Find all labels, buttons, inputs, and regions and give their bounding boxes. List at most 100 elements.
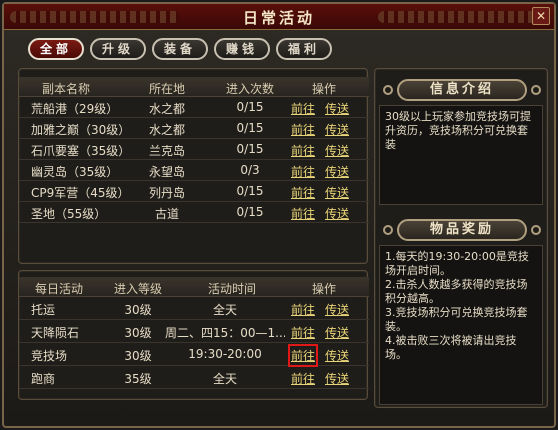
dungeon-location: 水之都 — [148, 123, 185, 137]
daily-activity-row: 竞技场 30级 19:30-20:00 前往 传送 — [19, 343, 369, 367]
reward-line: 1.每天的19:30-20:00是竞技场开启时间。 — [385, 250, 529, 277]
go-link[interactable]: 前往 — [291, 100, 315, 117]
tab-all[interactable]: 全部 — [28, 38, 84, 60]
dungeon-entry-count: 0/15 — [236, 121, 264, 135]
dungeon-entry-count: 0/3 — [240, 163, 260, 177]
go-link[interactable]: 前往 — [291, 205, 315, 222]
teleport-link[interactable]: 传送 — [325, 163, 349, 180]
ornament-left-icon — [383, 85, 393, 95]
activity-level: 35级 — [124, 372, 152, 386]
info-intro-header: 信息介绍 — [383, 79, 541, 101]
reward-line: 3.竞技场积分可兑换竞技场套装。 — [385, 306, 528, 333]
dungeon-entry-count: 0/15 — [236, 205, 264, 219]
reward-header: 物品奖励 — [383, 219, 541, 241]
header-location: 所在地 — [148, 82, 185, 96]
dungeon-name: 荒船港（29级） — [31, 102, 119, 116]
teleport-link[interactable]: 传送 — [325, 324, 349, 341]
tab-upgrade[interactable]: 升级 — [90, 38, 146, 60]
dungeon-panel: 副本名称 所在地 进入次数 操作 荒船港（29级） 水之都 0/15 前往 传送 加雅之巅… — [18, 68, 369, 264]
teleport-link[interactable]: 传送 — [325, 121, 349, 138]
activity-level: 30级 — [124, 303, 152, 317]
close-button[interactable]: ✕ — [532, 7, 550, 25]
reward-line: 2.击杀人数越多获得的竞技场积分越高。 — [385, 278, 528, 305]
ornament-right-icon — [531, 85, 541, 95]
header-action: 操作 — [311, 82, 336, 96]
activity-name: 托运 — [31, 303, 56, 317]
dungeon-row: 石爪要塞（35级） 兰克岛 0/15 前往 传送 — [19, 139, 369, 160]
title-bar[interactable]: 日常活动 ✕ — [4, 4, 554, 30]
activity-level: 30级 — [124, 326, 152, 340]
go-link[interactable]: 前往 — [291, 301, 315, 318]
dungeon-location: 水之都 — [148, 102, 185, 116]
dungeon-name: 幽灵岛（35级） — [31, 165, 119, 179]
teleport-link[interactable]: 传送 — [325, 184, 349, 201]
go-link[interactable]: 前往 — [291, 142, 315, 159]
daily-table-header: 每日活动 进入等级 活动时间 操作 — [19, 277, 369, 297]
dungeon-name: 石爪要塞（35级） — [31, 144, 131, 158]
dungeon-row: 圣地（55级） 古道 0/15 前往 传送 — [19, 202, 369, 223]
side-info-panel: 信息介绍 30级以上玩家参加竞技场可提升资历，竞技场积分可兑换套装 物品奖励 1… — [374, 68, 548, 408]
tab-equipment[interactable]: 装备 — [152, 38, 208, 60]
ornament-right-icon — [531, 225, 541, 235]
teleport-link[interactable]: 传送 — [325, 370, 349, 387]
dungeon-name: 加雅之巅（30级） — [31, 123, 131, 137]
header-entry-count: 进入次数 — [225, 82, 274, 96]
dungeon-row: 幽灵岛（35级） 永望岛 0/3 前往 传送 — [19, 160, 369, 181]
dungeon-location: 兰克岛 — [148, 144, 185, 158]
activity-level: 30级 — [124, 349, 152, 363]
teleport-link[interactable]: 传送 — [325, 100, 349, 117]
dungeon-entry-count: 0/15 — [236, 100, 264, 114]
activity-time: 全天 — [212, 372, 237, 386]
activity-time: 全天 — [212, 303, 237, 317]
info-intro-text: 30级以上玩家参加竞技场可提升资历，竞技场积分可兑换套装 — [379, 105, 543, 205]
go-link[interactable]: 前往 — [287, 344, 319, 367]
header-dungeon-name: 副本名称 — [41, 82, 90, 96]
dungeon-entry-count: 0/15 — [236, 184, 264, 198]
daily-activity-row: 托运 30级 全天 前往 传送 — [19, 297, 369, 320]
dungeon-entry-count: 0/15 — [236, 142, 264, 156]
ornament-left-icon — [383, 225, 393, 235]
header-activity-time: 活动时间 — [207, 282, 256, 296]
daily-activity-table: 每日活动 进入等级 活动时间 操作 托运 30级 全天 前往 传送 天降陨石 30级 周二、四… — [19, 277, 369, 389]
teleport-link[interactable]: 传送 — [325, 347, 349, 364]
header-activity-name: 每日活动 — [34, 282, 83, 296]
dungeon-table-header: 副本名称 所在地 进入次数 操作 — [19, 77, 369, 97]
reward-text: 1.每天的19:30-20:00是竞技场开启时间。 2.击杀人数越多获得的竞技场… — [379, 245, 543, 405]
activity-name: 跑商 — [31, 372, 56, 386]
dungeon-row: 加雅之巅（30级） 水之都 0/15 前往 传送 — [19, 118, 369, 139]
go-link[interactable]: 前往 — [291, 121, 315, 138]
title-ornament-right — [378, 11, 548, 23]
daily-activity-row: 天降陨石 30级 周二、四15：00—1... 前往 传送 — [19, 320, 369, 343]
daily-activity-row: 跑商 35级 全天 前往 传送 — [19, 366, 369, 389]
activity-name: 竞技场 — [31, 349, 68, 363]
daily-activity-panel: 每日活动 进入等级 活动时间 操作 托运 30级 全天 前往 传送 天降陨石 30级 周二、四… — [18, 270, 369, 400]
dungeon-name: CP9军营（45级） — [31, 186, 130, 200]
go-link[interactable]: 前往 — [291, 370, 315, 387]
dungeon-location: 古道 — [154, 207, 179, 221]
dungeon-row: 荒船港（29级） 水之都 0/15 前往 传送 — [19, 97, 369, 118]
dungeon-row: CP9军营（45级） 列丹岛 0/15 前往 传送 — [19, 181, 369, 202]
dungeon-location: 永望岛 — [148, 165, 185, 179]
daily-activities-window: 日常活动 ✕ 全部 升级 装备 赚钱 福利 副本名称 所在地 进入次数 操作 荒… — [2, 2, 556, 428]
activity-name: 天降陨石 — [31, 326, 80, 340]
go-link[interactable]: 前往 — [291, 324, 315, 341]
activity-time: 周二、四15：00—1... — [165, 326, 285, 340]
title-ornament-left — [10, 11, 180, 23]
tab-welfare[interactable]: 福利 — [276, 38, 332, 60]
reward-line: 4.被击败三次将被请出竞技场。 — [385, 334, 517, 361]
dungeon-location: 列丹岛 — [148, 186, 185, 200]
teleport-link[interactable]: 传送 — [325, 205, 349, 222]
dungeon-table: 副本名称 所在地 进入次数 操作 荒船港（29级） 水之都 0/15 前往 传送 加雅之巅… — [19, 77, 369, 223]
go-link[interactable]: 前往 — [291, 184, 315, 201]
activity-time: 19:30-20:00 — [188, 347, 262, 361]
tab-earn-money[interactable]: 赚钱 — [214, 38, 270, 60]
go-link[interactable]: 前往 — [291, 163, 315, 180]
window-title: 日常活动 — [242, 9, 315, 27]
header-entry-level: 进入等级 — [113, 282, 162, 296]
teleport-link[interactable]: 传送 — [325, 301, 349, 318]
info-intro-title: 信息介绍 — [429, 82, 494, 97]
header-daily-action: 操作 — [311, 282, 336, 296]
teleport-link[interactable]: 传送 — [325, 142, 349, 159]
dungeon-name: 圣地（55级） — [31, 207, 107, 221]
reward-title: 物品奖励 — [429, 222, 494, 237]
